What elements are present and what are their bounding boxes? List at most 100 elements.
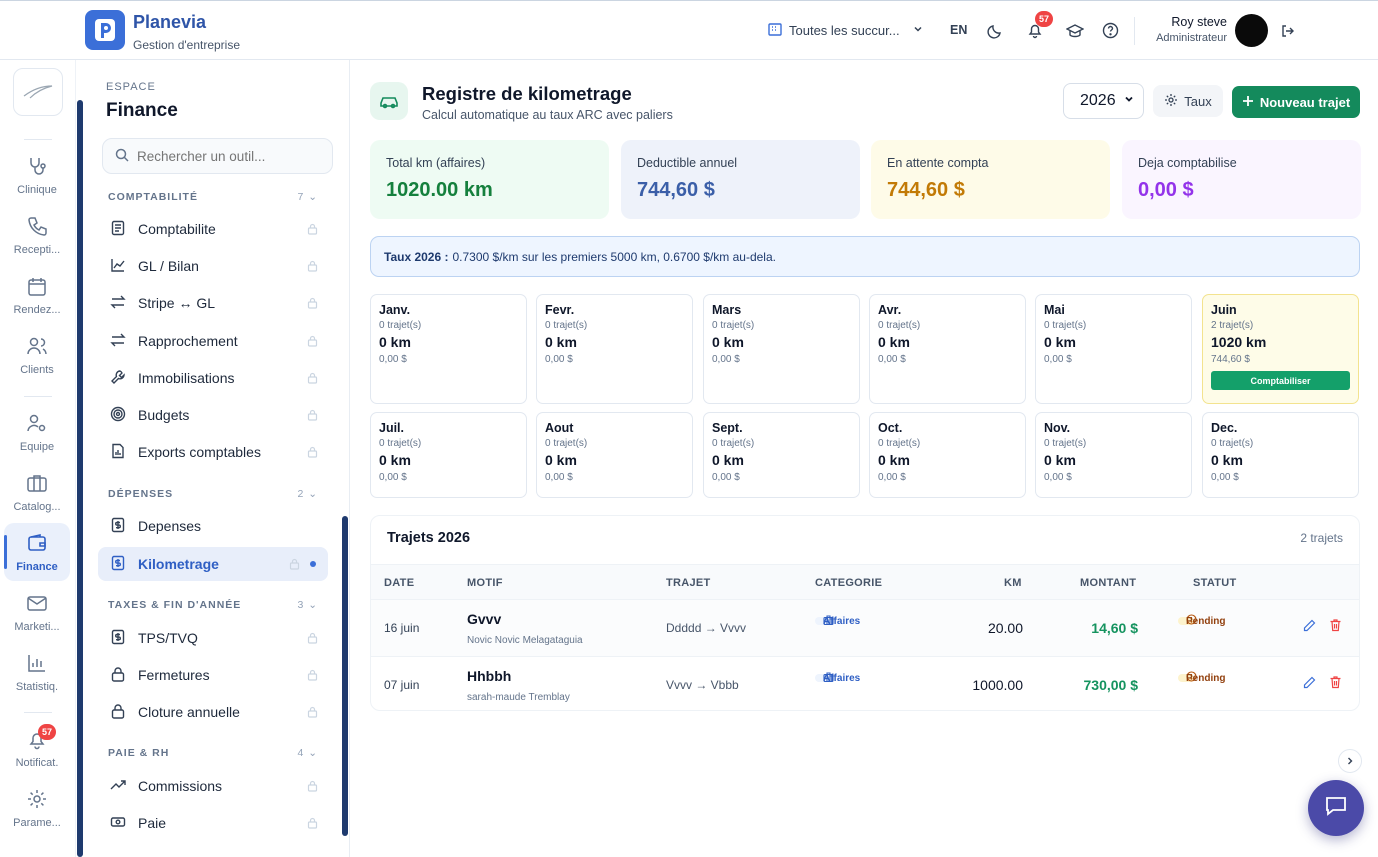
- month-card[interactable]: Sept. 0 trajet(s) 0 km 0,00 $: [703, 412, 860, 498]
- rail-scrollbar[interactable]: [77, 100, 83, 857]
- year-select[interactable]: 2026: [1063, 83, 1144, 119]
- avatar[interactable]: [1235, 14, 1268, 47]
- nav-immobilisations[interactable]: Immobilisations: [98, 361, 328, 395]
- section-paie-rh[interactable]: PAIE & RH 4 ⌄: [108, 747, 318, 759]
- nav-stripe-gl[interactable]: Stripe ↔ GL: [98, 286, 328, 320]
- nav-label: Kilometrage: [138, 556, 219, 572]
- nav-fermetures[interactable]: Fermetures: [98, 658, 328, 692]
- month-card[interactable]: Janv. 0 trajet(s) 0 km 0,00 $: [370, 294, 527, 404]
- rail-item-reception[interactable]: Recepti...: [4, 206, 70, 264]
- month-km: 0 km: [1044, 452, 1076, 468]
- nav-kilometrage[interactable]: Kilometrage: [98, 547, 328, 581]
- month-card[interactable]: Mars 0 trajet(s) 0 km 0,00 $: [703, 294, 860, 404]
- nav-depenses[interactable]: Depenses: [98, 509, 328, 543]
- chevron-down-icon: [1123, 92, 1135, 110]
- bar-chart-icon: [26, 652, 48, 677]
- brand-logo[interactable]: [85, 10, 125, 50]
- col-statut[interactable]: STATUT: [1193, 577, 1237, 589]
- search-icon: [115, 148, 129, 165]
- moon-icon[interactable]: [987, 23, 1003, 39]
- section-comptabilite[interactable]: COMPTABILITÉ 7 ⌄: [108, 191, 318, 203]
- logout-icon[interactable]: [1280, 23, 1296, 39]
- nav-gl-bilan[interactable]: GL / Bilan: [98, 249, 328, 283]
- finance-panel: ESPACE Finance COMPTABILITÉ 7 ⌄ Comptabil…: [86, 60, 350, 857]
- stat-value: 0,00 $: [1138, 179, 1194, 201]
- rail-item-catalogue[interactable]: Catalog...: [4, 463, 70, 521]
- table-row[interactable]: 07 juin Hhbbh sarah-maude Tremblay Vvvv …: [371, 657, 1359, 710]
- nav-cloture-annuelle[interactable]: Cloture annuelle: [98, 695, 328, 729]
- rail-item-statistiques[interactable]: Statistiq.: [4, 643, 70, 701]
- col-montant[interactable]: MONTANT: [1080, 577, 1136, 589]
- nav-tps-tvq[interactable]: TPS/TVQ: [98, 621, 328, 655]
- year-value: 2026: [1080, 92, 1116, 109]
- taux-button[interactable]: Taux: [1153, 85, 1223, 117]
- month-card[interactable]: Dec. 0 trajet(s) 0 km 0,00 $: [1202, 412, 1359, 498]
- section-count: 4 ⌄: [297, 747, 318, 759]
- col-categorie[interactable]: CATEGORIE: [815, 577, 882, 589]
- month-trips: 0 trajet(s): [379, 320, 422, 331]
- month-km: 0 km: [379, 334, 411, 350]
- tool-search-input[interactable]: [137, 148, 317, 164]
- section-count: 3 ⌄: [297, 599, 318, 611]
- rail-item-clinique[interactable]: Clinique: [4, 146, 70, 204]
- nav-paie[interactable]: Paie: [98, 806, 328, 840]
- nav-exports-comptables[interactable]: Exports comptables: [98, 435, 328, 469]
- nav-rapprochement[interactable]: Rapprochement: [98, 324, 328, 358]
- month-card[interactable]: Avr. 0 trajet(s) 0 km 0,00 $: [869, 294, 1026, 404]
- delete-icon[interactable]: [1329, 618, 1342, 637]
- help-icon[interactable]: [1102, 22, 1119, 39]
- delete-icon[interactable]: [1329, 675, 1342, 694]
- rail-item-rendezvous[interactable]: Rendez...: [4, 266, 70, 324]
- rail-item-finance[interactable]: Finance: [4, 523, 70, 581]
- col-motif[interactable]: MOTIF: [467, 577, 503, 589]
- col-km[interactable]: KM: [1004, 577, 1022, 589]
- chevron-right-icon[interactable]: [1338, 749, 1362, 773]
- month-card[interactable]: Mai 0 trajet(s) 0 km 0,00 $: [1035, 294, 1192, 404]
- rail-item-marketing[interactable]: Marketi...: [4, 583, 70, 641]
- company-logo[interactable]: [13, 68, 63, 116]
- month-km: 0 km: [878, 452, 910, 468]
- panel-scrollbar[interactable]: [342, 516, 348, 836]
- lock-icon: [307, 408, 318, 424]
- rail-label: Rendez...: [13, 303, 61, 316]
- edit-icon[interactable]: [1303, 676, 1316, 694]
- rail-item-clients[interactable]: Clients: [4, 326, 70, 384]
- col-date[interactable]: DATE: [384, 577, 414, 589]
- graduation-cap-icon[interactable]: [1066, 23, 1084, 39]
- edit-icon[interactable]: [1303, 619, 1316, 637]
- nav-budgets[interactable]: Budgets: [98, 398, 328, 432]
- swap-icon: [110, 332, 126, 351]
- month-card[interactable]: Oct. 0 trajet(s) 0 km 0,00 $: [869, 412, 1026, 498]
- rail-item-notifications[interactable]: Notificat.: [4, 719, 70, 777]
- lock-icon: [307, 222, 318, 238]
- rail-item-equipe[interactable]: Equipe: [4, 403, 70, 461]
- top-bar: Planevia Gestion d'entreprise Toutes les…: [0, 0, 1378, 60]
- table-row[interactable]: 16 juin Gvvv Novic Novic Melagataguia Dd…: [371, 600, 1359, 657]
- month-card[interactable]: Aout 0 trajet(s) 0 km 0,00 $: [536, 412, 693, 498]
- chat-button[interactable]: [1308, 780, 1364, 836]
- section-depenses[interactable]: DÉPENSES 2 ⌄: [108, 488, 318, 500]
- branch-selector[interactable]: Toutes les succur...: [767, 21, 924, 40]
- language-toggle[interactable]: EN: [950, 23, 967, 37]
- month-card[interactable]: Nov. 0 trajet(s) 0 km 0,00 $: [1035, 412, 1192, 498]
- comptabiliser-button[interactable]: Comptabiliser: [1211, 371, 1350, 390]
- month-card[interactable]: Juil. 0 trajet(s) 0 km 0,00 $: [370, 412, 527, 498]
- month-card[interactable]: Juin 2 trajet(s) 1020 km 744,60 $ Comptabili…: [1202, 294, 1359, 404]
- section-taxes[interactable]: TAXES & FIN D'ANNÉE 3 ⌄: [108, 599, 318, 611]
- user-gear-icon: [26, 412, 48, 437]
- section-title: TAXES & FIN D'ANNÉE: [108, 599, 242, 611]
- rail-item-parametres[interactable]: Parame...: [4, 779, 70, 837]
- status-label: Pending: [1186, 672, 1226, 684]
- stat-card-pending: En attente compta 744,60 $: [871, 140, 1110, 219]
- lock-icon: [307, 445, 318, 461]
- nav-comptabilite[interactable]: Comptabilite: [98, 212, 328, 246]
- rail-label: Clinique: [17, 183, 57, 196]
- tool-search[interactable]: [102, 138, 333, 174]
- nav-commissions[interactable]: Commissions: [98, 769, 328, 803]
- month-name: Juin: [1211, 303, 1237, 317]
- col-trajet[interactable]: TRAJET: [666, 577, 711, 589]
- cell-montant: 730,00 $: [1083, 677, 1139, 693]
- month-card[interactable]: Fevr. 0 trajet(s) 0 km 0,00 $: [536, 294, 693, 404]
- new-trip-button[interactable]: Nouveau trajet: [1232, 86, 1360, 118]
- month-amount: 0,00 $: [712, 354, 740, 365]
